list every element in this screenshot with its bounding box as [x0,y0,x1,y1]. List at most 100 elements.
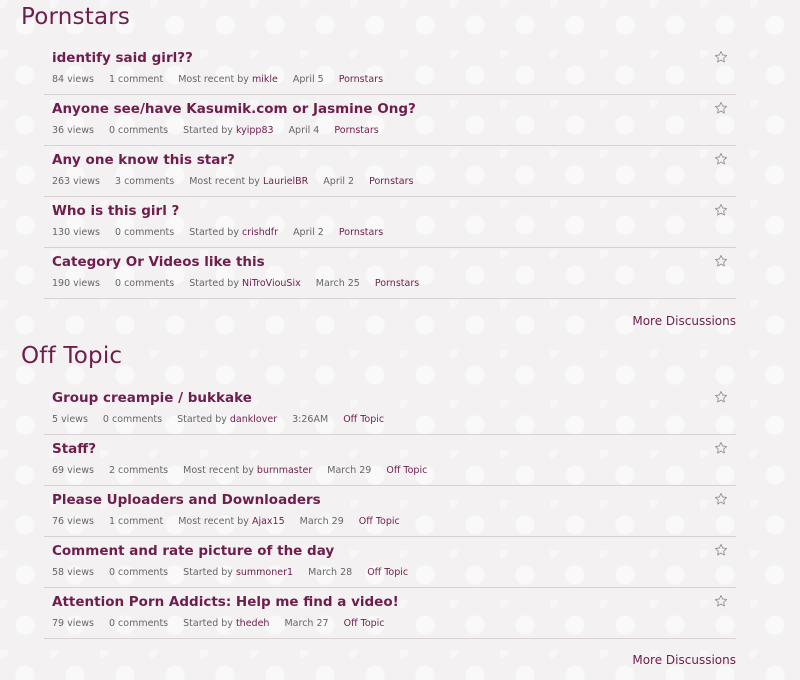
star-outline-icon[interactable] [714,203,728,217]
category-link[interactable]: Off Topic [386,465,427,476]
view-count: 263 views [52,176,100,187]
author-link[interactable]: burnmaster [257,465,312,476]
author-prefix: Started by [177,414,227,425]
comment-count: 2 comments [108,465,169,476]
discussion-meta: 5 views 0 comments Started by danklover … [52,414,384,425]
author-info: Started by summoner1 [183,567,293,578]
discussion-meta: 79 views 0 comments Started by thedeh Ma… [52,618,385,629]
discussion-title[interactable]: Any one know this star? [52,152,235,168]
author-prefix: Most recent by [183,465,254,476]
discussion-title[interactable]: Comment and rate picture of the day [52,543,334,559]
category-link[interactable]: Off Topic [343,414,384,425]
category-title-pornstars[interactable]: Pornstars [21,4,130,30]
discussion-item: Any one know this star? 263 views 3 comm… [44,146,736,197]
star-outline-icon[interactable] [714,492,728,506]
author-link[interactable]: crishdfr [242,227,278,238]
last-date: April 4 [288,125,320,136]
discussion-meta: 58 views 0 comments Started by summoner1… [52,567,408,578]
discussion-title[interactable]: Please Uploaders and Downloaders [52,492,321,508]
discussion-meta: 36 views 0 comments Started by kyipp83 A… [52,125,379,136]
author-prefix: Most recent by [178,516,249,527]
last-date: 3:26AM [292,414,329,425]
author-prefix: Started by [189,278,239,289]
discussion-meta: 130 views 0 comments Started by crishdfr… [52,227,383,238]
discussion-item: Who is this girl ? 130 views 0 comments … [44,197,736,248]
discussion-title[interactable]: Staff? [52,441,96,457]
star-outline-icon[interactable] [714,390,728,404]
star-outline-icon[interactable] [714,152,728,166]
author-info: Started by kyipp83 [183,125,273,136]
comment-count: 1 comment [108,516,164,527]
author-prefix: Started by [183,618,233,629]
discussion-title[interactable]: Category Or Videos like this [52,254,265,270]
discussion-item: identify said girl?? 84 views 1 comment … [44,44,736,95]
last-date: April 5 [292,74,324,85]
discussion-list-pornstars: identify said girl?? 84 views 1 comment … [44,44,736,299]
category-link[interactable]: Pornstars [339,227,383,238]
author-link[interactable]: danklover [230,414,277,425]
author-info: Started by danklover [177,414,277,425]
discussion-meta: 69 views 2 comments Most recent by burnm… [52,465,427,476]
last-date: March 29 [327,465,372,476]
category-link[interactable]: Pornstars [375,278,419,289]
author-link[interactable]: kyipp83 [236,125,274,136]
discussion-title[interactable]: Anyone see/have Kasumik.com or Jasmine O… [52,101,416,117]
discussion-title[interactable]: Group creampie / bukkake [52,390,252,406]
star-outline-icon[interactable] [714,441,728,455]
discussion-item: Staff? 69 views 2 comments Most recent b… [44,435,736,486]
comment-count: 0 comments [115,278,175,289]
discussion-item: Anyone see/have Kasumik.com or Jasmine O… [44,95,736,146]
category-link[interactable]: Pornstars [339,74,383,85]
comment-count: 3 comments [115,176,175,187]
discussions-page: Pornstars identify said girl?? 84 views … [0,0,800,680]
view-count: 76 views [52,516,94,527]
discussion-list-off-topic: Group creampie / bukkake 5 views 0 comme… [44,384,736,639]
discussion-meta: 76 views 1 comment Most recent by Ajax15… [52,516,400,527]
comment-count: 1 comment [108,74,164,85]
comment-count: 0 comments [115,227,175,238]
author-link[interactable]: NiTroViouSix [242,278,301,289]
category-link[interactable]: Off Topic [344,618,385,629]
view-count: 84 views [52,74,94,85]
more-discussions-link[interactable]: More Discussions [632,314,736,328]
discussion-item: Comment and rate picture of the day 58 v… [44,537,736,588]
discussion-meta: 263 views 3 comments Most recent by Laur… [52,176,413,187]
view-count: 5 views [52,414,88,425]
star-outline-icon[interactable] [714,50,728,64]
category-link[interactable]: Off Topic [359,516,400,527]
discussion-item: Please Uploaders and Downloaders 76 view… [44,486,736,537]
discussion-title[interactable]: Who is this girl ? [52,203,179,219]
star-outline-icon[interactable] [714,594,728,608]
star-outline-icon[interactable] [714,101,728,115]
author-info: Most recent by LaurielBR [189,176,308,187]
category-link[interactable]: Pornstars [334,125,378,136]
view-count: 190 views [52,278,100,289]
discussion-meta: 190 views 0 comments Started by NiTroVio… [52,278,419,289]
author-info: Most recent by Ajax15 [178,516,284,527]
discussion-meta: 84 views 1 comment Most recent by mikle … [52,74,383,85]
category-link[interactable]: Off Topic [367,567,408,578]
category-link[interactable]: Pornstars [369,176,413,187]
author-info: Started by NiTroViouSix [189,278,301,289]
author-link[interactable]: mikle [252,74,278,85]
author-link[interactable]: thedeh [236,618,270,629]
author-prefix: Started by [183,125,233,136]
discussion-title[interactable]: Attention Porn Addicts: Help me find a v… [52,594,399,610]
author-link[interactable]: LaurielBR [263,176,308,187]
view-count: 58 views [52,567,94,578]
discussion-item: Attention Porn Addicts: Help me find a v… [44,588,736,639]
comment-count: 0 comments [108,125,169,136]
author-link[interactable]: summoner1 [236,567,293,578]
last-date: March 25 [315,278,360,289]
view-count: 130 views [52,227,100,238]
view-count: 36 views [52,125,94,136]
category-title-off-topic[interactable]: Off Topic [21,343,122,369]
star-outline-icon[interactable] [714,543,728,557]
star-outline-icon[interactable] [714,254,728,268]
author-info: Most recent by burnmaster [183,465,312,476]
author-link[interactable]: Ajax15 [252,516,285,527]
discussion-title[interactable]: identify said girl?? [52,50,193,66]
more-discussions-link[interactable]: More Discussions [632,653,736,667]
last-date: March 27 [284,618,329,629]
last-date: March 28 [308,567,353,578]
